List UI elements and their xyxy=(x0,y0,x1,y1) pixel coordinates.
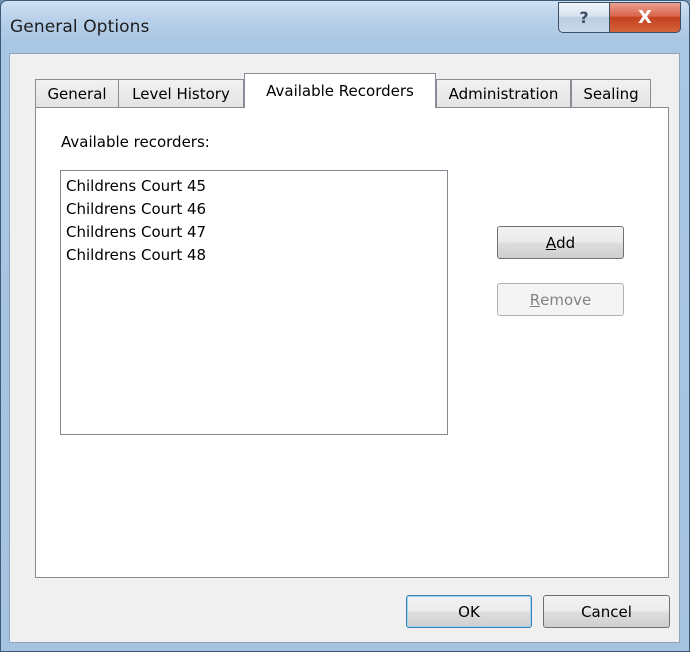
help-icon: ? xyxy=(579,8,589,27)
list-item[interactable]: Childrens Court 45 xyxy=(66,175,442,198)
cancel-button[interactable]: Cancel xyxy=(543,595,670,628)
tab-panel-available-recorders: Available recorders: Childrens Court 45 … xyxy=(35,107,669,578)
add-button[interactable]: Add xyxy=(497,226,624,259)
close-icon: X xyxy=(638,7,652,28)
ok-button[interactable]: OK xyxy=(406,595,532,628)
list-item[interactable]: Childrens Court 48 xyxy=(66,244,442,267)
tab-level-history[interactable]: Level History xyxy=(118,79,244,107)
remove-button[interactable]: Remove xyxy=(497,283,624,316)
add-button-mnemonic: A xyxy=(545,233,557,252)
remove-button-label: emove xyxy=(540,290,592,309)
remove-button-mnemonic: R xyxy=(529,290,541,309)
tab-label: Sealing xyxy=(583,84,639,103)
tab-label: Level History xyxy=(132,84,230,103)
window-title: General Options xyxy=(10,17,150,37)
recorders-listbox[interactable]: Childrens Court 45 Childrens Court 46 Ch… xyxy=(60,170,448,435)
dialog-window: General Options ? X General Level Histor… xyxy=(0,0,690,652)
help-button[interactable]: ? xyxy=(558,2,610,33)
tab-administration[interactable]: Administration xyxy=(436,79,571,107)
list-item[interactable]: Childrens Court 46 xyxy=(66,198,442,221)
close-button[interactable]: X xyxy=(609,2,681,33)
tab-label: Available Recorders xyxy=(266,82,414,100)
list-item[interactable]: Childrens Court 47 xyxy=(66,221,442,244)
tab-label: General xyxy=(47,84,107,103)
dialog-client-area: General Level History Available Recorder… xyxy=(9,53,680,643)
available-recorders-label: Available recorders: xyxy=(61,133,210,151)
tab-sealing[interactable]: Sealing xyxy=(571,79,651,107)
tab-general[interactable]: General xyxy=(35,79,119,107)
title-bar[interactable]: General Options ? X xyxy=(1,1,689,53)
tab-label: Administration xyxy=(448,84,559,103)
add-button-label: dd xyxy=(556,233,576,252)
tab-available-recorders[interactable]: Available Recorders xyxy=(244,73,436,108)
